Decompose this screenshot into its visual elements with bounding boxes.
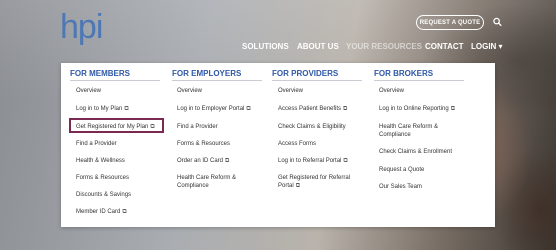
nav-contact[interactable]: CONTACT bbox=[425, 42, 464, 51]
link-access-patient-benefits[interactable]: Access Patient Benefits ⧉ bbox=[278, 105, 347, 113]
providers-column: FOR PROVIDERS bbox=[272, 69, 362, 86]
nav-your-resources[interactable]: YOUR RESOURCES bbox=[346, 42, 422, 51]
external-link-icon: ⧉ bbox=[343, 106, 348, 112]
link-request-quote[interactable]: Request a Quote bbox=[379, 166, 424, 174]
external-link-icon: ⧉ bbox=[122, 209, 127, 215]
brokers-column: FOR BROKERS bbox=[374, 69, 464, 86]
link-employers-find-provider[interactable]: Find a Provider bbox=[177, 123, 218, 131]
link-referral-portal-login[interactable]: Log in to Referral Portal ⧉ bbox=[278, 157, 348, 165]
column-heading: FOR EMPLOYERS bbox=[172, 69, 242, 78]
link-members-find-provider[interactable]: Find a Provider bbox=[76, 140, 117, 148]
nav-login[interactable]: LOGIN ▾ bbox=[471, 42, 503, 51]
external-link-icon: ⧉ bbox=[450, 106, 456, 112]
link-brokers-overview[interactable]: Overview bbox=[379, 87, 404, 95]
link-sales-team[interactable]: Our Sales Team bbox=[379, 183, 422, 191]
link-login-my-plan[interactable]: Log in to My Plan ⧉ bbox=[76, 105, 129, 113]
external-link-icon: ⧉ bbox=[124, 106, 129, 112]
link-employers-overview[interactable]: Overview bbox=[177, 87, 202, 95]
external-link-icon: ⧉ bbox=[225, 158, 230, 164]
link-register-referral-portal[interactable]: Get Registered for Referral Portal ⧉ bbox=[278, 174, 350, 190]
column-heading: FOR MEMBERS bbox=[70, 69, 130, 78]
link-members-forms-resources[interactable]: Forms & Resources bbox=[76, 174, 129, 182]
main-nav: SOLUTIONS ABOUT US YOUR RESOURCES CONTAC… bbox=[0, 42, 556, 52]
link-members-overview[interactable]: Overview bbox=[76, 87, 101, 95]
link-employers-reform-compliance[interactable]: Health Care Reform & Compliance bbox=[177, 174, 236, 190]
divider bbox=[172, 80, 262, 81]
link-employers-forms-resources[interactable]: Forms & Resources bbox=[177, 140, 230, 148]
search-icon[interactable] bbox=[493, 17, 502, 27]
request-quote-button[interactable]: REQUEST A QUOTE bbox=[416, 15, 484, 30]
members-column: FOR MEMBERS bbox=[70, 69, 160, 86]
external-link-icon: ⧉ bbox=[343, 158, 348, 164]
nav-about-us[interactable]: ABOUT US bbox=[297, 42, 339, 51]
column-heading: FOR BROKERS bbox=[374, 69, 434, 78]
employers-column: FOR EMPLOYERS bbox=[172, 69, 262, 86]
link-check-claims-enrollment[interactable]: Check Claims & Enrollment bbox=[379, 148, 452, 156]
link-health-wellness[interactable]: Health & Wellness bbox=[76, 157, 125, 165]
link-access-forms[interactable]: Access Forms bbox=[278, 140, 316, 148]
nav-solutions[interactable]: SOLUTIONS bbox=[242, 42, 289, 51]
link-get-registered-my-plan[interactable]: Get Registered for My Plan ⧉ bbox=[76, 123, 155, 131]
link-discounts-savings[interactable]: Discounts & Savings bbox=[76, 191, 131, 199]
divider bbox=[272, 80, 362, 81]
link-check-claims-eligibility[interactable]: Check Claims & Eligibility bbox=[278, 123, 346, 131]
link-order-id-card[interactable]: Order an ID Card ⧉ bbox=[177, 157, 229, 165]
external-link-icon: ⧉ bbox=[295, 183, 300, 189]
link-online-reporting[interactable]: Log in to Online Reporting ⧉ bbox=[379, 105, 455, 113]
link-providers-overview[interactable]: Overview bbox=[278, 87, 303, 95]
external-link-icon: ⧉ bbox=[246, 106, 251, 112]
divider bbox=[70, 80, 160, 81]
link-employer-portal[interactable]: Log in to Employer Portal ⧉ bbox=[177, 105, 251, 113]
divider bbox=[374, 80, 464, 81]
external-link-icon: ⧉ bbox=[150, 124, 155, 130]
link-member-id-card[interactable]: Member ID Card ⧉ bbox=[76, 208, 127, 216]
resources-dropdown-menu: FOR MEMBERS Overview Log in to My Plan ⧉ … bbox=[61, 63, 495, 227]
column-heading: FOR PROVIDERS bbox=[272, 69, 339, 78]
link-brokers-reform-compliance[interactable]: Health Care Reform & Compliance bbox=[379, 123, 438, 139]
